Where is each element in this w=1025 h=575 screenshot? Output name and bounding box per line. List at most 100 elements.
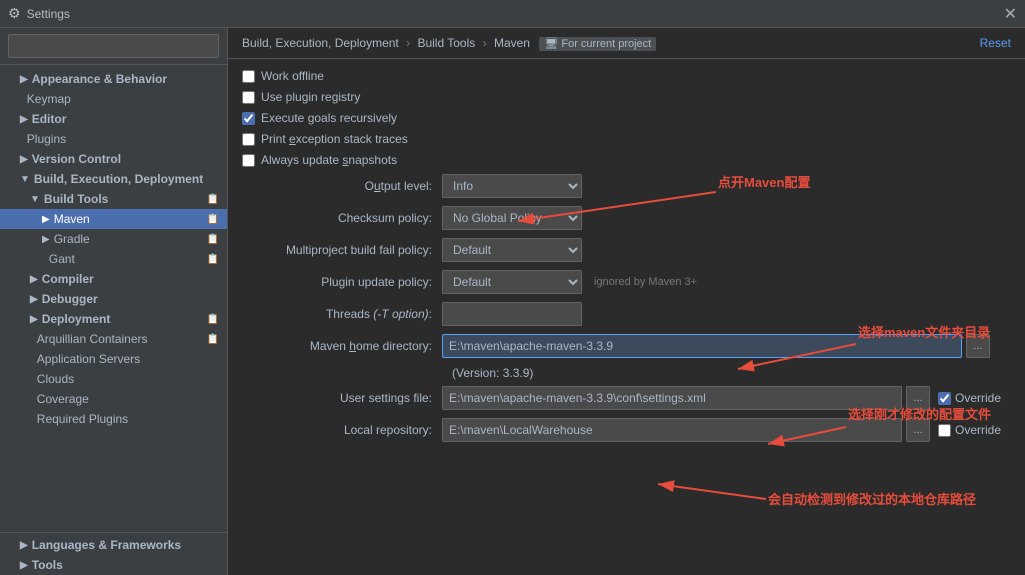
multiproject-fail-label: Multiproject build fail policy: [242, 243, 442, 257]
annotation-4: 会自动检测到修改过的本地仓库路径 [768, 492, 976, 507]
sidebar-item-deployment[interactable]: ▶ Deployment 📋 [0, 309, 227, 329]
title-bar: ⚙ Settings ✕ [0, 0, 1025, 28]
local-repo-override: Override [938, 423, 1001, 437]
arrow-icon: ▶ [42, 214, 50, 225]
search-input[interactable] [8, 34, 219, 58]
plugin-update-label: Plugin update policy: [242, 275, 442, 289]
copy-icon: 📋 [207, 214, 219, 225]
sidebar: ▶ Appearance & Behavior Keymap ▶ Editor … [0, 28, 228, 575]
user-settings-row: User settings file: ... Override [242, 386, 1011, 410]
use-plugin-registry-checkbox[interactable] [242, 91, 255, 104]
threads-control [442, 302, 582, 326]
sidebar-item-gant[interactable]: Gant 📋 [0, 249, 227, 269]
always-update-row: Always update snapshots [242, 153, 1011, 167]
arrow-icon [20, 134, 23, 145]
multiproject-fail-control: Default Fail Fast Fail At End Never Fail [442, 238, 582, 262]
work-offline-row: Work offline [242, 69, 1011, 83]
arrow-icon: ▶ [30, 314, 38, 325]
arrow-icon: ▶ [42, 234, 50, 245]
sidebar-item-arquillian[interactable]: Arquillian Containers 📋 [0, 329, 227, 349]
arrow-icon: ▶ [20, 74, 28, 85]
close-button[interactable]: ✕ [1004, 4, 1017, 24]
sidebar-nav: ▶ Appearance & Behavior Keymap ▶ Editor … [0, 65, 227, 530]
output-level-control: Info Debug Warning Error [442, 174, 582, 198]
threads-row: Threads (-T option): [242, 302, 1011, 326]
arrow-icon: ▶ [30, 294, 38, 305]
plugin-update-control: Default Always Never Interval ignored by… [442, 270, 697, 294]
local-repo-input[interactable] [442, 418, 902, 442]
user-settings-override: Override [938, 391, 1001, 405]
user-settings-override-checkbox[interactable] [938, 392, 951, 405]
copy-icon: 📋 [207, 334, 219, 345]
work-offline-checkbox[interactable] [242, 70, 255, 83]
execute-goals-checkbox[interactable] [242, 112, 255, 125]
use-plugin-registry-label: Use plugin registry [261, 90, 360, 104]
arrow-icon: ▶ [20, 114, 28, 125]
plugin-update-row: Plugin update policy: Default Always Nev… [242, 270, 1011, 294]
user-settings-input[interactable] [442, 386, 902, 410]
sidebar-item-compiler[interactable]: ▶ Compiler [0, 269, 227, 289]
sidebar-item-required-plugins[interactable]: Required Plugins [0, 409, 227, 429]
maven-version-note: (Version: 3.3.9) [242, 366, 1011, 380]
threads-label: Threads (-T option): [242, 307, 442, 321]
sidebar-item-maven[interactable]: ▶ Maven 📋 [0, 209, 227, 229]
arrow-icon [30, 394, 33, 405]
sidebar-item-keymap[interactable]: Keymap [0, 89, 227, 109]
execute-goals-label: Execute goals recursively [261, 111, 397, 125]
sidebar-item-languages-frameworks[interactable]: ▶ Languages & Frameworks [0, 535, 227, 555]
print-stack-traces-label: Print exception stack traces [261, 132, 408, 146]
arrow-icon: ▶ [20, 560, 28, 571]
settings-icon: ⚙ [8, 5, 21, 22]
sidebar-item-gradle[interactable]: ▶ Gradle 📋 [0, 229, 227, 249]
always-update-label: Always update snapshots [261, 153, 397, 167]
print-stack-traces-checkbox[interactable] [242, 133, 255, 146]
arrow-down-icon: ▼ [30, 194, 40, 205]
threads-input[interactable] [442, 302, 582, 326]
sidebar-item-version-control[interactable]: ▶ Version Control [0, 149, 227, 169]
work-offline-label: Work offline [261, 69, 324, 83]
copy-icon: 📋 [207, 314, 219, 325]
local-repo-label: Local repository: [242, 423, 442, 437]
always-update-checkbox[interactable] [242, 154, 255, 167]
sidebar-item-app-servers[interactable]: Application Servers [0, 349, 227, 369]
sidebar-item-clouds[interactable]: Clouds [0, 369, 227, 389]
maven-home-input[interactable] [442, 334, 962, 358]
local-repo-browse-button[interactable]: ... [906, 418, 930, 442]
arrow-icon: ▶ [20, 540, 28, 551]
sidebar-item-tools[interactable]: ▶ Tools [0, 555, 227, 575]
sidebar-item-build-tools[interactable]: ▼ Build Tools 📋 [0, 189, 227, 209]
output-level-row: Output level: Info Debug Warning Error [242, 174, 1011, 198]
copy-icon: 📋 [207, 254, 219, 265]
arrow-icon [30, 334, 33, 345]
arrow-icon [30, 354, 33, 365]
local-repo-row: Local repository: ... Override [242, 418, 1011, 442]
sidebar-item-coverage[interactable]: Coverage [0, 389, 227, 409]
sidebar-item-plugins[interactable]: Plugins [0, 129, 227, 149]
output-level-select[interactable]: Info Debug Warning Error [442, 174, 582, 198]
breadcrumb: Build, Execution, Deployment › Build Too… [242, 36, 656, 50]
maven-home-label: Maven home directory: [242, 339, 442, 353]
maven-home-browse-button[interactable]: ... [966, 334, 990, 358]
user-settings-browse-button[interactable]: ... [906, 386, 930, 410]
user-settings-control: ... Override [442, 386, 1001, 410]
project-badge: 🖥 For current project [539, 37, 656, 51]
checksum-policy-row: Checksum policy: No Global Policy Fail W… [242, 206, 1011, 230]
reset-button[interactable]: Reset [980, 36, 1011, 50]
user-settings-label: User settings file: [242, 391, 442, 405]
local-repo-override-checkbox[interactable] [938, 424, 951, 437]
checksum-policy-select[interactable]: No Global Policy Fail Warn Ignore [442, 206, 582, 230]
multiproject-fail-select[interactable]: Default Fail Fast Fail At End Never Fail [442, 238, 582, 262]
plugin-update-select[interactable]: Default Always Never Interval [442, 270, 582, 294]
content-body: Work offline Use plugin registry Execute… [228, 59, 1025, 575]
maven-home-row: Maven home directory: ... [242, 334, 1011, 358]
ignored-note: ignored by Maven 3+ [594, 276, 697, 288]
sidebar-item-editor[interactable]: ▶ Editor [0, 109, 227, 129]
arrow-icon [30, 414, 33, 425]
sidebar-item-build-exec-deploy[interactable]: ▼ Build, Execution, Deployment [0, 169, 227, 189]
sidebar-item-debugger[interactable]: ▶ Debugger [0, 289, 227, 309]
arrow-icon [42, 254, 45, 265]
local-repo-override-label: Override [955, 423, 1001, 437]
local-repo-control: ... Override [442, 418, 1001, 442]
sidebar-item-appearance[interactable]: ▶ Appearance & Behavior [0, 69, 227, 89]
content-area: Build, Execution, Deployment › Build Too… [228, 28, 1025, 575]
